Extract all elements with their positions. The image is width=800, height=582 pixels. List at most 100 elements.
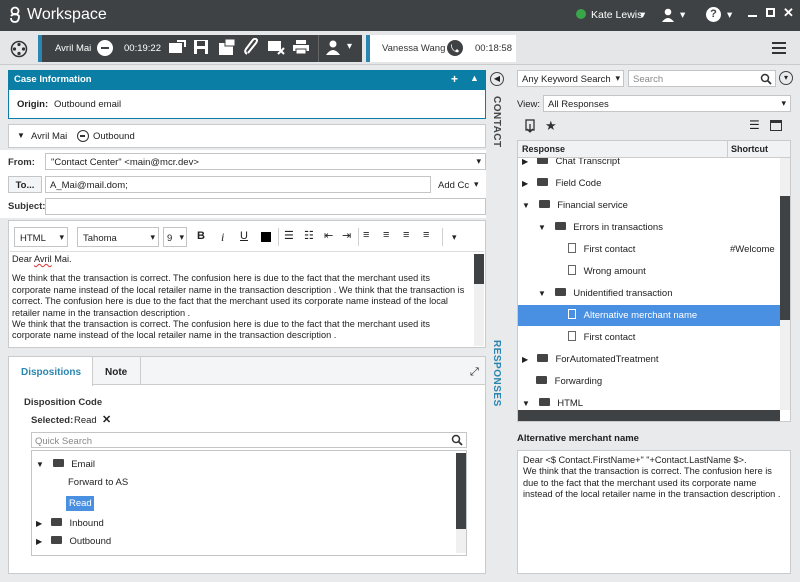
to-input[interactable]: A_Mai@mail.dom; xyxy=(45,176,431,193)
help-icon[interactable]: ? xyxy=(706,7,721,22)
underline-icon[interactable]: U xyxy=(240,230,248,242)
numbered-list-icon[interactable]: ☷ xyxy=(304,229,314,242)
tree-item-first-contact[interactable]: First contact xyxy=(568,239,635,261)
collapsed-chevron-icon[interactable]: ▶ xyxy=(522,158,528,166)
clear-selection-close-icon[interactable]: ✕ xyxy=(102,413,111,426)
editor-scrollbar-thumb[interactable] xyxy=(474,254,484,284)
delete-email-icon[interactable] xyxy=(267,39,285,58)
to-button[interactable]: To... xyxy=(8,176,42,193)
agent-status-icon[interactable] xyxy=(660,7,676,26)
column-shortcut[interactable]: Shortcut xyxy=(731,144,768,154)
contact-side-tab[interactable]: CONTACT xyxy=(491,96,502,148)
response-search-input[interactable]: Search xyxy=(628,70,776,87)
tree-item-unidentified-transaction[interactable]: ▼ Unidentified transaction xyxy=(538,283,673,305)
responses-vertical-scrollbar[interactable] xyxy=(780,158,790,410)
collapsed-chevron-icon[interactable]: ▶ xyxy=(36,537,42,546)
tree-item-automated-treatment[interactable]: ▶ ForAutomatedTreatment xyxy=(522,349,659,371)
align-left-icon[interactable]: ≡ xyxy=(363,229,369,241)
bold-icon[interactable]: B xyxy=(197,230,205,242)
search-mode-select[interactable]: Any Keyword Search ▾ xyxy=(517,70,624,87)
tree-item-outbound[interactable]: ▶ Outbound xyxy=(36,531,111,553)
insert-response-icon[interactable] xyxy=(524,119,537,136)
tree-item-first-contact-2[interactable]: First contact xyxy=(568,327,635,349)
outdent-icon[interactable]: ⇤ xyxy=(324,229,333,242)
team-communicator-icon[interactable] xyxy=(10,40,28,61)
subject-input[interactable] xyxy=(45,198,486,215)
secondary-contact-name[interactable]: Vanessa Wang xyxy=(382,43,445,54)
add-cc-button[interactable]: Add Cc xyxy=(438,180,469,191)
active-contact-name[interactable]: Avril Mai xyxy=(55,43,91,54)
collapsed-chevron-icon[interactable]: ▶ xyxy=(522,179,528,188)
consult-contact-icon[interactable] xyxy=(325,39,343,58)
status-chevron-down-icon[interactable]: ▾ xyxy=(680,9,685,21)
close-icon[interactable]: ✕ xyxy=(783,5,794,21)
more-tools-chevron-down-icon[interactable]: ▾ xyxy=(452,232,457,243)
responses-horizontal-scrollbar[interactable] xyxy=(518,410,780,421)
contact-name[interactable]: Avril Mai xyxy=(31,131,67,142)
maximize-icon[interactable] xyxy=(766,8,775,17)
collapsed-chevron-icon[interactable]: ▶ xyxy=(522,355,528,364)
disposition-search-input[interactable]: Quick Search xyxy=(31,432,467,448)
indent-icon[interactable]: ⇥ xyxy=(342,229,351,242)
expanded-chevron-icon[interactable]: ▼ xyxy=(538,223,546,232)
expanded-chevron-icon[interactable]: ▼ xyxy=(36,460,44,469)
responses-side-tab[interactable]: RESPONSES xyxy=(491,340,502,407)
tree-item-field-code[interactable]: ▶ Field Code xyxy=(522,173,601,195)
bullet-list-icon[interactable]: ☰ xyxy=(284,229,294,242)
favorite-star-icon[interactable]: ★ xyxy=(545,118,557,134)
search-icon[interactable] xyxy=(760,73,772,88)
tree-item-read-selected[interactable]: Read xyxy=(66,496,94,511)
tab-dispositions[interactable]: Dispositions xyxy=(9,357,93,386)
justify-icon[interactable]: ≡ xyxy=(423,229,429,241)
email-body-editor[interactable]: Dear Avril Mai. We think that the transa… xyxy=(12,254,470,346)
collapsed-chevron-icon[interactable]: ▶ xyxy=(36,519,42,528)
transfer-icon[interactable] xyxy=(218,38,236,59)
tree-scrollbar-thumb[interactable] xyxy=(456,453,466,529)
main-menu-hamburger-icon[interactable] xyxy=(772,42,786,57)
add-cc-chevron-down-icon[interactable]: ▾ xyxy=(474,179,479,190)
align-right-icon[interactable]: ≡ xyxy=(403,229,409,241)
column-response[interactable]: Response xyxy=(522,144,565,154)
save-icon[interactable] xyxy=(193,39,209,58)
expanded-chevron-icon[interactable]: ▼ xyxy=(538,289,546,298)
expanded-chevron-icon[interactable]: ▼ xyxy=(522,399,530,408)
attach-icon[interactable] xyxy=(243,37,261,59)
reply-email-icon[interactable] xyxy=(168,38,186,59)
from-select[interactable]: "Contact Center" <main@mcr.dev> ▾ xyxy=(45,153,486,170)
expanded-chevron-icon[interactable]: ▼ xyxy=(522,201,530,210)
responses-vertical-scrollbar-thumb[interactable] xyxy=(780,196,790,320)
font-size-select[interactable]: 9 ▾ xyxy=(163,227,187,247)
case-add-icon[interactable]: + xyxy=(451,72,458,86)
font-select[interactable]: Tahoma ▾ xyxy=(77,227,159,247)
format-select[interactable]: HTML ▾ xyxy=(14,227,68,247)
align-center-icon[interactable]: ≡ xyxy=(383,229,389,241)
user-name-menu[interactable]: Kate Lewis xyxy=(591,9,642,21)
tree-scrollbar[interactable] xyxy=(456,453,466,553)
tree-item-chat-transcript[interactable]: ▶ Chat Transcript xyxy=(522,158,620,173)
view-select[interactable]: All Responses ▾ xyxy=(543,95,791,112)
search-icon[interactable] xyxy=(451,434,463,449)
tree-item-forward[interactable]: Forward to AS xyxy=(68,472,128,494)
italic-icon[interactable]: i xyxy=(221,230,224,245)
tree-item-forwarding[interactable]: Forwarding xyxy=(536,371,602,393)
contact-expand-chevron-icon[interactable]: ▼ xyxy=(17,131,25,140)
tree-item-alternative-merchant-selected[interactable]: Alternative merchant name xyxy=(518,305,780,326)
list-view-icon[interactable]: ☰ xyxy=(749,118,760,132)
collapse-left-chevron-icon[interactable]: ◀ xyxy=(490,72,504,86)
help-chevron-down-icon[interactable]: ▾ xyxy=(727,9,732,21)
text-color-icon[interactable] xyxy=(261,232,271,242)
status-available-icon[interactable] xyxy=(576,9,586,19)
responses-horizontal-scrollbar-thumb[interactable] xyxy=(518,410,780,421)
tree-item-wrong-amount[interactable]: Wrong amount xyxy=(568,261,646,283)
tree-item-financial-service[interactable]: ▼ Financial service xyxy=(522,195,628,217)
consult-chevron-down-icon[interactable]: ▾ xyxy=(347,41,352,52)
search-options-chevron-icon[interactable]: ▾ xyxy=(779,71,793,85)
case-collapse-icon[interactable]: ▲ xyxy=(470,73,479,83)
tree-item-errors-in-transactions[interactable]: ▼ Errors in transactions xyxy=(538,217,663,239)
tree-item-html[interactable]: ▼ HTML xyxy=(522,393,583,410)
panel-view-icon[interactable] xyxy=(770,120,782,131)
user-menu-chevron-down-icon[interactable]: ▾ xyxy=(640,9,645,21)
editor-scrollbar[interactable] xyxy=(474,254,484,346)
tab-note[interactable]: Note xyxy=(93,357,141,385)
print-icon[interactable] xyxy=(292,39,310,58)
